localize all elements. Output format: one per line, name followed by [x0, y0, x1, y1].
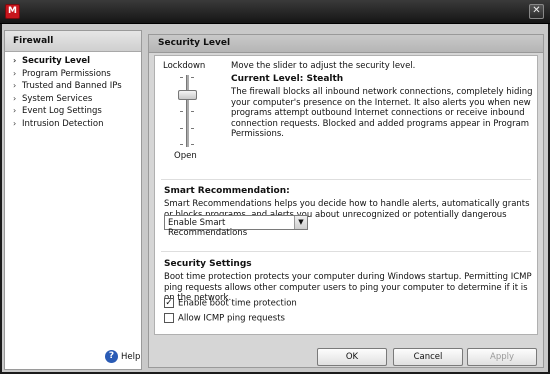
divider	[161, 179, 531, 180]
chevron-right-icon: ›	[13, 93, 17, 103]
sidebar-item-program-permissions[interactable]: › Program Permissions	[5, 68, 141, 81]
level-description: The firewall blocks all inbound network …	[231, 87, 533, 139]
smart-recommendation-title: Smart Recommendation:	[164, 186, 290, 196]
sidebar-item-label: Program Permissions	[22, 68, 111, 79]
divider	[161, 251, 531, 252]
icmp-ping-checkbox[interactable]	[164, 313, 174, 323]
sidebar-header: Firewall	[5, 31, 141, 52]
select-value: Enable Smart Recommendations	[168, 218, 248, 238]
slider-tick	[191, 77, 194, 78]
chevron-right-icon: ›	[13, 118, 17, 128]
sidebar: Firewall › Security Level › Program Permis…	[4, 30, 142, 370]
chevron-right-icon: ›	[13, 81, 17, 90]
sidebar-item-intrusion-detection[interactable]: › Intrusion Detection	[5, 118, 141, 131]
security-settings-title: Security Settings	[164, 259, 252, 269]
current-level: Current Level: Stealth	[231, 74, 344, 84]
slider-instruction: Move the slider to adjust the security l…	[231, 61, 416, 71]
boot-protection-option[interactable]: ✓ Enable boot time protection	[164, 298, 297, 309]
sidebar-item-security-level[interactable]: › Security Level	[5, 55, 141, 68]
sidebar-item-trusted-banned-ips[interactable]: › Trusted and Banned IPs	[5, 80, 141, 93]
slider-tick	[191, 128, 194, 129]
chevron-right-icon: ›	[13, 68, 17, 78]
sidebar-item-system-services[interactable]: › System Services	[5, 93, 141, 106]
app-logo-icon: M	[5, 4, 20, 19]
sidebar-item-label: Trusted and Banned IPs	[22, 81, 122, 91]
sidebar-item-label: Intrusion Detection	[22, 118, 104, 129]
cancel-button[interactable]: Cancel	[393, 348, 463, 366]
slider-tick	[180, 77, 183, 78]
ok-button[interactable]: OK	[317, 348, 387, 366]
help-link[interactable]: ? Help	[105, 350, 140, 363]
sidebar-list: › Security Level › Program Permissions › Tr…	[5, 52, 141, 130]
boot-protection-checkbox[interactable]: ✓	[164, 298, 174, 308]
checkbox-label: Enable boot time protection	[178, 298, 297, 309]
slider-tick	[180, 144, 183, 145]
slider-top-label: Lockdown	[163, 61, 206, 71]
question-icon: ?	[105, 350, 118, 363]
slider-tick	[191, 144, 194, 145]
security-level-section: Lockdown Open Move the slider to adjust …	[155, 56, 537, 174]
panel-title: Security Level	[149, 35, 543, 53]
apply-button[interactable]: Apply	[467, 348, 537, 366]
sidebar-item-label: Event Log Settings	[22, 106, 102, 116]
chevron-right-icon: ›	[13, 56, 17, 65]
slider-bottom-label: Open	[174, 151, 197, 161]
slider-tick	[180, 128, 183, 129]
chevron-down-icon[interactable]: ▼	[294, 216, 307, 229]
title-bar: M ✕	[0, 0, 550, 24]
sidebar-item-label: System Services	[22, 93, 93, 104]
main-panel: Security Level Lockdown Open Move the sl…	[148, 34, 544, 368]
security-slider-track[interactable]	[186, 75, 189, 147]
window-body: Firewall › Security Level › Program Permis…	[0, 24, 550, 374]
sidebar-item-event-log-settings[interactable]: › Event Log Settings	[5, 105, 141, 118]
panel-content: Lockdown Open Move the slider to adjust …	[154, 55, 538, 335]
icmp-ping-option[interactable]: Allow ICMP ping requests	[164, 313, 285, 324]
smart-recommendation-select[interactable]: Enable Smart Recommendations ▼	[164, 215, 308, 238]
checkbox-label: Allow ICMP ping requests	[178, 313, 285, 324]
slider-tick	[191, 111, 194, 112]
slider-tick	[180, 111, 183, 112]
chevron-right-icon: ›	[13, 106, 17, 115]
sidebar-item-label: Security Level	[22, 56, 91, 66]
close-button[interactable]: ✕	[529, 4, 544, 19]
help-label: Help	[121, 352, 141, 362]
security-slider-thumb[interactable]	[178, 90, 197, 100]
